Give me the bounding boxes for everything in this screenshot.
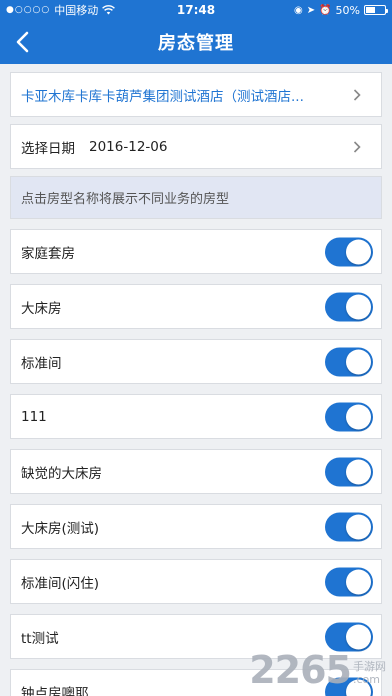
toggle-knob [346, 514, 371, 539]
hotel-selector[interactable]: 卡亚木库卡库卡葫芦集团测试酒店（测试酒店... [10, 72, 382, 117]
status-time: 17:48 [176, 3, 216, 17]
watermark-number: 2265 [249, 648, 352, 692]
battery-icon [364, 5, 388, 15]
room-type-toggle[interactable] [325, 237, 373, 266]
chevron-left-icon [16, 31, 29, 53]
room-type-name[interactable]: 大床房(测试) [21, 517, 99, 537]
room-type-row[interactable]: 111 [10, 394, 382, 439]
watermark-line2: .com [353, 673, 380, 686]
room-type-row[interactable]: 标准间 [10, 339, 382, 384]
hotel-name: 卡亚木库卡库卡葫芦集团测试酒店（测试酒店... [21, 88, 304, 105]
watermark-line1: 手游网 [353, 660, 386, 673]
hint-banner: 点击房型名称将展示不同业务的房型 [10, 176, 382, 219]
toggle-knob [346, 349, 371, 374]
room-type-row[interactable]: 大床房(测试) [10, 504, 382, 549]
toggle-knob [346, 404, 371, 429]
chevron-right-icon [353, 140, 361, 153]
room-type-name[interactable]: 缺觉的大床房 [21, 462, 102, 482]
room-type-name[interactable]: 家庭套房 [21, 242, 75, 262]
room-type-name[interactable]: 标准间(闪住) [21, 572, 99, 592]
watermark-logo: 2265 手游网 .com [249, 648, 386, 692]
room-type-row[interactable]: 缺觉的大床房 [10, 449, 382, 494]
room-type-toggle[interactable] [325, 402, 373, 431]
toggle-knob [346, 294, 371, 319]
toggle-knob [346, 624, 371, 649]
back-button[interactable] [8, 28, 36, 56]
page-title: 房态管理 [158, 33, 234, 54]
room-type-list: 家庭套房 大床房 标准间 111 缺觉的大床房 大床房(测试) 标准间(闪住) [10, 229, 382, 696]
date-value: 2016-12-06 [89, 138, 168, 155]
watermark-text: 手游网 .com [353, 660, 386, 692]
room-type-name[interactable]: tt测试 [21, 627, 59, 647]
status-bar: ●○○○○ 中国移动 17:48 ◉ ➤ ⏰ 50% [0, 0, 392, 20]
room-type-name[interactable]: 大床房 [21, 297, 62, 317]
toggle-knob [346, 569, 371, 594]
room-type-row[interactable]: 标准间(闪住) [10, 559, 382, 604]
chevron-right-icon [353, 88, 361, 101]
room-type-toggle[interactable] [325, 622, 373, 651]
room-type-toggle[interactable] [325, 292, 373, 321]
date-selector[interactable]: 选择日期 2016-12-06 [10, 124, 382, 169]
nav-bar: 房态管理 [0, 20, 392, 64]
room-type-toggle[interactable] [325, 347, 373, 376]
toggle-knob [346, 239, 371, 264]
room-type-name[interactable]: 111 [21, 409, 47, 425]
room-type-name[interactable]: 钟点房噢耶 [21, 682, 89, 696]
room-type-toggle[interactable] [325, 512, 373, 541]
room-type-row[interactable]: 大床房 [10, 284, 382, 329]
toggle-knob [346, 459, 371, 484]
room-type-row[interactable]: 家庭套房 [10, 229, 382, 274]
room-type-name[interactable]: 标准间 [21, 352, 62, 372]
main-content: 卡亚木库卡库卡葫芦集团测试酒店（测试酒店... 选择日期 2016-12-06 … [0, 72, 392, 696]
room-type-toggle[interactable] [325, 567, 373, 596]
date-label: 选择日期 [21, 140, 75, 157]
room-type-toggle[interactable] [325, 457, 373, 486]
